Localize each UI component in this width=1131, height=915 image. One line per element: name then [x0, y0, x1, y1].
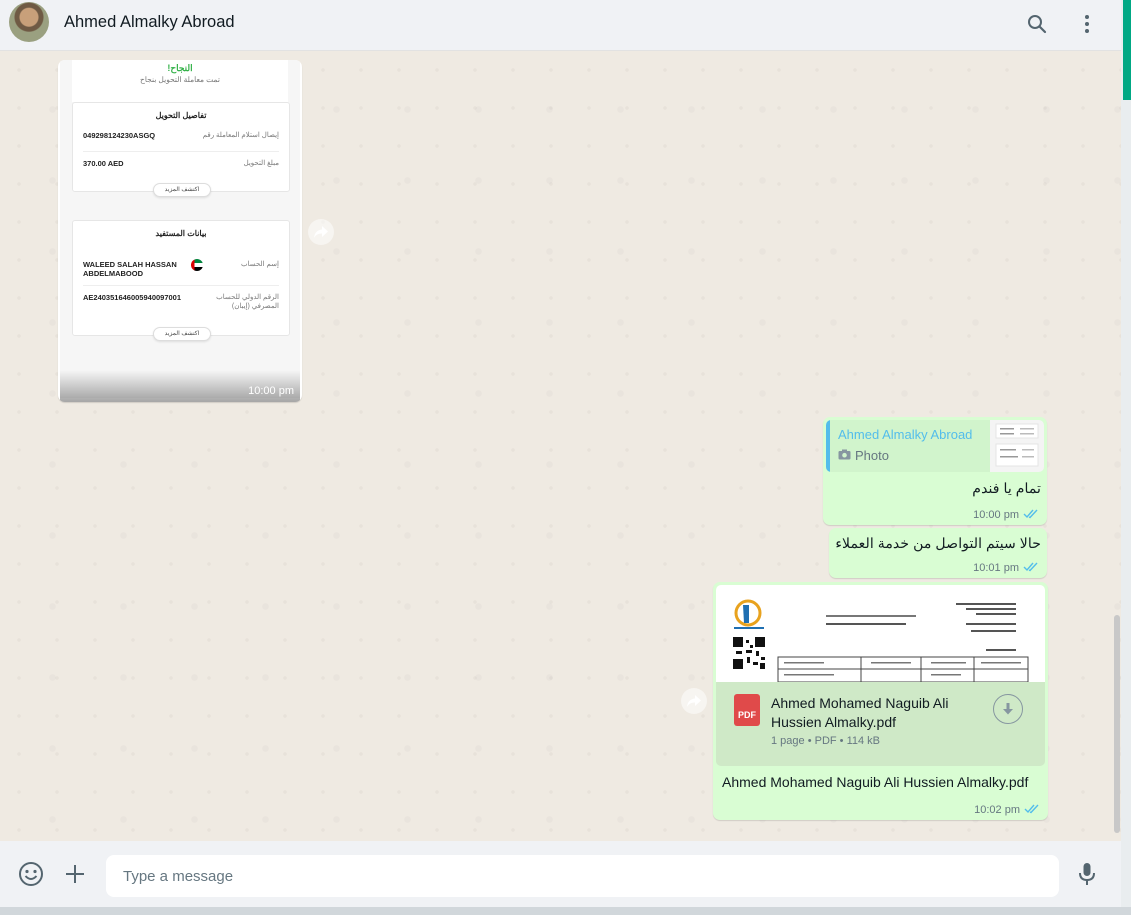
- receipt-row-label: الرقم الدولي للحساب المصرفي (إيبان): [216, 294, 279, 310]
- message-text: حالا سيتم التواصل من خدمة العملاء: [835, 536, 1041, 552]
- quoted-type: Photo: [838, 448, 889, 463]
- message-input[interactable]: [106, 855, 1059, 897]
- outgoing-reply-message[interactable]: Ahmed Almalky Abroad Photo تمام يا فندم …: [823, 417, 1047, 525]
- scrollbar[interactable]: [1114, 55, 1121, 840]
- document-preview[interactable]: [716, 585, 1045, 684]
- bottom-strip: [0, 907, 1131, 915]
- message-composer: [0, 841, 1121, 907]
- quoted-thumbnail: [990, 420, 1044, 472]
- outgoing-text-message[interactable]: حالا سيتم التواصل من خدمة العملاء 10:01 …: [829, 528, 1047, 578]
- window-edge: [1121, 0, 1131, 915]
- message-meta: 10:02 pm: [974, 803, 1040, 817]
- beneficiary-card: بيانات المستفيد إسم الحساب WALEED SALAH …: [72, 220, 290, 341]
- show-more-pill: اكتشف المزيد: [153, 183, 211, 197]
- plus-icon[interactable]: [61, 860, 89, 888]
- transfer-details-card: تفاصيل التحويل إيصال استلام المعاملة رقم…: [72, 102, 290, 197]
- message-text: تمام يا فندم: [972, 481, 1041, 497]
- contact-avatar[interactable]: [9, 2, 49, 42]
- incoming-image-message[interactable]: النجاح! تمت معاملة التحويل بنجاح تفاصيل …: [58, 60, 302, 402]
- contact-name[interactable]: Ahmed Almalky Abroad: [64, 13, 235, 32]
- receipt-header: النجاح! تمت معاملة التحويل بنجاح: [72, 60, 288, 102]
- search-icon[interactable]: [1024, 11, 1050, 37]
- message-meta: 10:00 pm: [973, 508, 1039, 522]
- double-check-icon: [1023, 508, 1039, 522]
- message-list[interactable]: النجاح! تمت معاملة التحويل بنجاح تفاصيل …: [0, 51, 1121, 841]
- document-info[interactable]: PDF Ahmed Mohamed Naguib Ali Hussien Alm…: [716, 682, 1045, 766]
- receipt-row-value: WALEED SALAH HASSAN ABDELMABOOD: [83, 260, 177, 278]
- message-time: 10:02 pm: [974, 804, 1020, 816]
- receipt-row-label: إيصال استلام المعاملة رقم: [202, 132, 279, 139]
- double-check-icon: [1024, 803, 1040, 817]
- receipt-row-value: 049298124230ASGQ: [83, 131, 156, 140]
- document-caption: Ahmed Mohamed Naguib Ali Hussien Almalky…: [722, 774, 1029, 790]
- emoji-icon[interactable]: [17, 860, 45, 888]
- message-time: 10:01 pm: [973, 562, 1019, 574]
- receipt-row-label: إسم الحساب: [241, 261, 279, 268]
- receipt-success-title: النجاح!: [167, 63, 193, 73]
- outgoing-document-message[interactable]: PDF Ahmed Mohamed Naguib Ali Hussien Alm…: [713, 582, 1048, 820]
- receipt-success-subtitle: تمت معاملة التحويل بنجاح: [140, 75, 220, 84]
- quoted-message[interactable]: Ahmed Almalky Abroad Photo: [826, 420, 1044, 472]
- message-time: 10:00 pm: [248, 385, 294, 397]
- download-icon[interactable]: [993, 694, 1023, 724]
- quoted-type-label: Photo: [855, 448, 889, 463]
- forward-icon[interactable]: [308, 219, 334, 245]
- chat-header: Ahmed Almalky Abroad: [0, 0, 1121, 51]
- message-time: 10:00 pm: [973, 509, 1019, 521]
- pdf-file-icon: PDF: [734, 694, 760, 726]
- double-check-icon: [1023, 561, 1039, 575]
- receipt-row-value: 370.00 AED: [83, 159, 124, 168]
- document-meta: 1 page • PDF • 114 kB: [771, 735, 881, 747]
- beneficiary-card-title: بيانات المستفيد: [155, 229, 207, 238]
- receipt-row-value: AE240351646005940097001: [83, 293, 182, 302]
- transfer-card-title: تفاصيل التحويل: [155, 111, 207, 120]
- message-meta: 10:01 pm: [973, 561, 1039, 575]
- document-filename: Ahmed Mohamed Naguib Ali Hussien Almalky…: [771, 695, 949, 730]
- camera-icon: [838, 448, 851, 463]
- quoted-sender: Ahmed Almalky Abroad: [838, 427, 973, 442]
- microphone-icon[interactable]: [1073, 860, 1101, 888]
- scrollbar-thumb[interactable]: [1114, 615, 1120, 833]
- show-more-pill: اكتشف المزيد: [153, 327, 211, 341]
- receipt-image: النجاح! تمت معاملة التحويل بنجاح تفاصيل …: [60, 60, 300, 398]
- menu-icon[interactable]: [1074, 11, 1100, 37]
- forward-icon[interactable]: [681, 688, 707, 714]
- receipt-row-label: مبلغ التحويل: [243, 160, 279, 167]
